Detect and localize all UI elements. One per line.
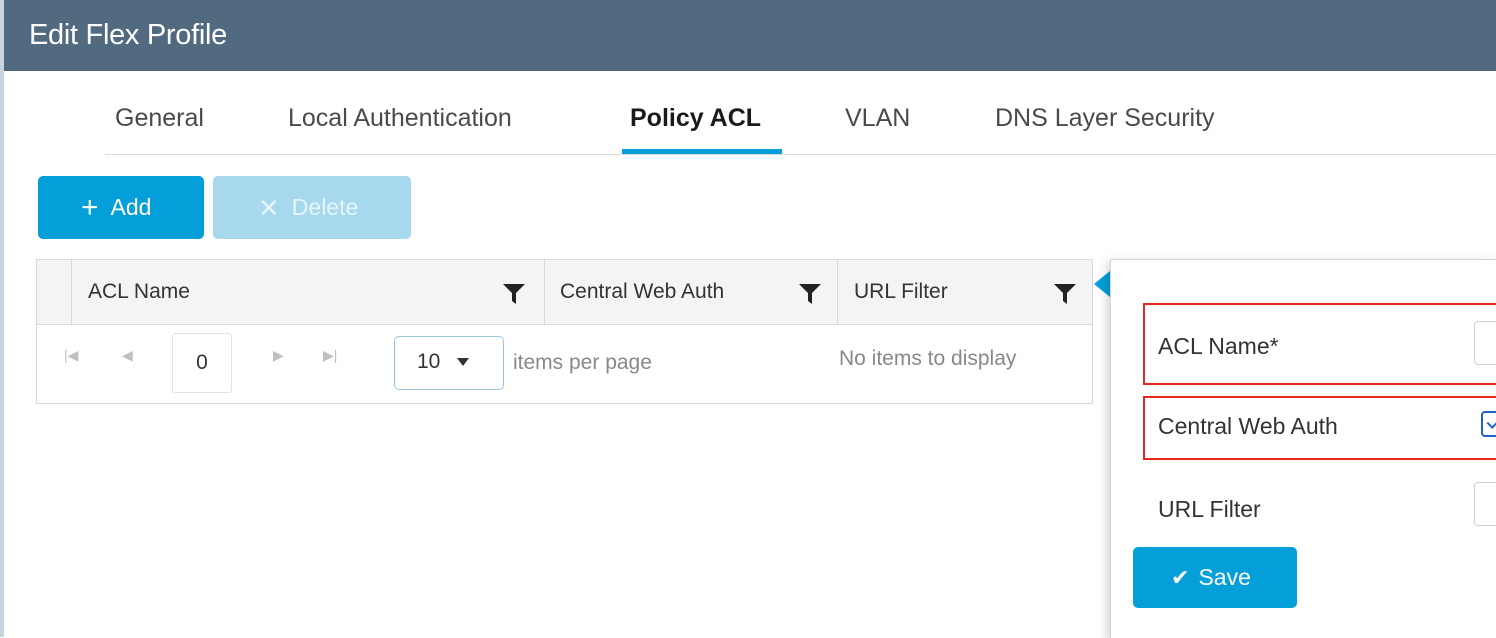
first-page-icon[interactable]: |◀ [64,347,78,364]
panel-pointer [1094,271,1110,297]
tab-vlan[interactable]: VLAN [845,104,910,133]
tab-policy-acl[interactable]: Policy ACL [630,104,761,133]
filter-icon[interactable] [1054,284,1076,304]
acl-name-label: ACL Name* [1158,333,1279,359]
url-filter-select[interactable] [1474,482,1496,526]
tab-local-authentication[interactable]: Local Authentication [288,104,512,133]
next-page-icon[interactable]: ▶ [273,347,284,364]
filter-icon[interactable] [503,284,525,304]
active-tab-indicator [622,149,782,154]
save-button[interactable]: ✔ Save [1133,547,1297,608]
previous-page-icon[interactable]: ◀ [122,347,133,364]
acl-table: ACL Name Central Web Auth URL Filter |◀ … [36,259,1093,404]
x-icon: ✕ [258,192,280,223]
filter-icon[interactable] [799,284,821,304]
window-frame-left [0,0,4,637]
current-page: 0 [172,333,232,393]
add-acl-panel: ACL Name* Central Web Auth URL Filter ✔ … [1110,259,1496,638]
last-page-icon[interactable]: ▶| [323,347,337,364]
delete-button[interactable]: ✕ Delete [213,176,411,239]
checkmark-icon: ✔ [1171,564,1190,590]
central-web-auth-checkbox[interactable] [1481,411,1496,437]
chevron-down-icon [457,358,469,366]
acl-name-input[interactable] [1474,321,1496,365]
central-web-auth-label: Central Web Auth [1158,413,1338,439]
save-button-label: Save [1198,564,1251,590]
header-bar: Edit Flex Profile [4,0,1496,71]
url-filter-label: URL Filter [1158,496,1261,522]
add-button[interactable]: + Add [38,176,204,239]
page-size-value: 10 [417,350,441,373]
tab-general[interactable]: General [115,104,204,133]
column-header-central-web-auth[interactable]: Central Web Auth [560,280,724,304]
pager: |◀ ◀ 0 ▶ ▶| 10 items per page No items t… [37,325,1092,403]
plus-icon: + [81,190,99,224]
page-size-select[interactable]: 10 [394,336,504,390]
column-header-url-filter[interactable]: URL Filter [854,280,948,304]
tab-dns-layer-security[interactable]: DNS Layer Security [995,104,1215,133]
add-button-label: Add [110,194,152,220]
items-per-page-label: items per page [513,351,652,374]
delete-button-label: Delete [291,194,359,220]
empty-message: No items to display [839,347,1017,370]
tab-bar: General Local Authentication Policy ACL … [105,72,1496,155]
column-header-acl-name[interactable]: ACL Name [88,280,190,304]
page-title: Edit Flex Profile [29,19,227,51]
table-header: ACL Name Central Web Auth URL Filter [37,260,1092,325]
